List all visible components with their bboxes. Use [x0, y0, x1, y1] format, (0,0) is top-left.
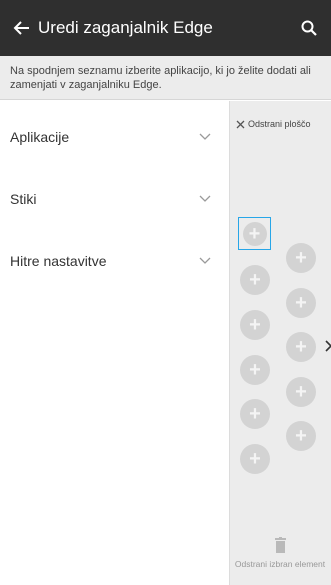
plus-icon: + [295, 336, 307, 358]
chevron-down-icon [199, 133, 211, 140]
launcher-slot[interactable]: + [286, 288, 316, 318]
category-label: Stiki [10, 191, 37, 207]
launcher-slot[interactable]: + [286, 377, 316, 407]
plus-icon: + [249, 403, 261, 425]
launcher-slot[interactable]: + [286, 243, 316, 273]
plus-icon: + [249, 269, 261, 291]
trash-icon [275, 537, 286, 553]
search-button[interactable] [295, 14, 323, 42]
launcher-slot[interactable]: + [240, 310, 270, 340]
launcher-slot[interactable]: + [240, 399, 270, 429]
chevron-down-icon [199, 257, 211, 264]
back-arrow-icon [13, 21, 29, 35]
plus-icon: + [249, 448, 261, 470]
remove-selected-label: Odstrani izbran element [234, 559, 326, 569]
category-label: Aplikacije [10, 129, 70, 145]
category-label: Hitre nastavitve [10, 253, 107, 269]
remove-tile-label: Odstrani ploščo [248, 119, 311, 129]
launcher-slot[interactable]: + [286, 421, 316, 451]
category-list: Aplikacije Stiki Hitre nastavitve [0, 101, 229, 287]
plus-icon: + [248, 222, 261, 245]
remove-selected-button[interactable]: Odstrani izbran element [229, 535, 331, 585]
category-quick-settings[interactable]: Hitre nastavitve [0, 225, 229, 287]
edge-launcher-panel: Odstrani ploščo + + + + + + + + + + + [229, 101, 331, 585]
category-apps[interactable]: Aplikacije [0, 101, 229, 163]
launcher-slot[interactable]: + [240, 355, 270, 385]
plus-icon: + [295, 381, 307, 403]
chevron-down-icon [199, 195, 211, 202]
page-title: Uredi zaganjalnik Edge [38, 18, 213, 37]
instruction-text: Na spodnjem seznamu izberite aplikacijo,… [0, 56, 331, 100]
close-icon [236, 120, 245, 128]
back-button[interactable] [8, 14, 36, 42]
plus-icon: + [295, 247, 307, 269]
category-contacts[interactable]: Stiki [0, 163, 229, 225]
search-icon [301, 20, 317, 36]
plus-icon: + [295, 425, 307, 447]
launcher-slot-selected[interactable]: + [238, 217, 271, 250]
chevron-right-icon [325, 340, 331, 352]
launcher-slot[interactable]: + [240, 265, 270, 295]
launcher-slot[interactable]: + [240, 444, 270, 474]
plus-icon: + [249, 359, 261, 381]
plus-icon: + [249, 314, 261, 336]
launcher-slot[interactable]: + [286, 332, 316, 362]
app-header: Uredi zaganjalnik Edge [0, 0, 331, 56]
plus-icon: + [295, 292, 307, 314]
remove-tile-button[interactable]: Odstrani ploščo [230, 113, 331, 135]
